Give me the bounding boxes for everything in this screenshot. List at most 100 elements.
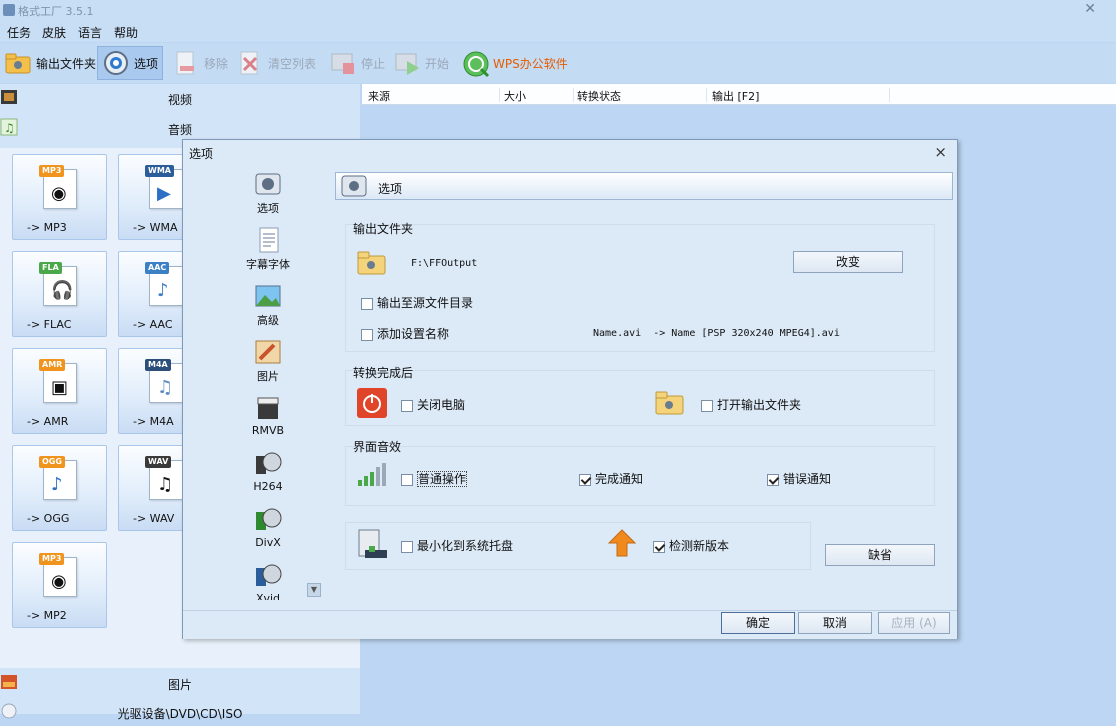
format-tile-label: -> WMA xyxy=(133,221,178,234)
sidebar-item-picture[interactable]: 图片 xyxy=(223,338,313,384)
format-badge: M4A xyxy=(145,359,171,371)
column-status[interactable]: 转换状态 xyxy=(577,88,707,103)
category-audio[interactable]: ♫ 音频 xyxy=(0,114,360,142)
title-bar: 格式工厂 3.5.1 ✕ xyxy=(0,0,1116,20)
window-title: 格式工厂 3.5.1 xyxy=(18,5,94,18)
wps-globe-icon xyxy=(461,49,490,78)
add-setting-name-checkbox[interactable] xyxy=(361,328,373,341)
check-update-checkbox[interactable] xyxy=(653,540,665,553)
shutdown-checkbox[interactable] xyxy=(401,399,413,412)
menu-language[interactable]: 语言 xyxy=(78,24,102,41)
document-icon xyxy=(254,226,282,254)
wps-label: WPS办公软件 xyxy=(493,56,568,71)
output-folder-label: 输出文件夹 xyxy=(36,56,97,71)
dialog-title: 选项 xyxy=(189,147,214,161)
minimize-tray-checkbox[interactable] xyxy=(401,540,413,553)
options-button[interactable]: 选项 xyxy=(97,46,164,80)
clear-list-button[interactable]: 清空列表 xyxy=(236,46,316,80)
remove-button[interactable]: 移除 xyxy=(172,46,228,80)
category-device[interactable]: 光驱设备\DVD\CD\ISO xyxy=(0,698,360,726)
format-tile-label: -> AMR xyxy=(27,415,69,428)
sidebar-item-advanced[interactable]: 高级 xyxy=(223,282,313,328)
sidebar-item-xvid[interactable]: Xvid xyxy=(223,562,313,600)
change-folder-button[interactable]: 改变 xyxy=(793,251,903,273)
format-badge: AMR xyxy=(39,359,66,371)
sidebar-item-subtitle-font[interactable]: 字幕字体 xyxy=(223,226,313,272)
complete-notify-checkbox[interactable] xyxy=(579,473,591,486)
open-output-option[interactable]: 打开输出文件夹 xyxy=(701,396,801,413)
speaker-icon: ◉ xyxy=(51,183,67,204)
open-output-checkbox[interactable] xyxy=(701,399,713,412)
speaker-icon: ◉ xyxy=(51,571,67,592)
sidebar-item-label: 选项 xyxy=(257,202,279,215)
menu-task[interactable]: 任务 xyxy=(7,24,31,41)
music-icon: ♪ xyxy=(157,280,169,301)
complete-notify-option[interactable]: 完成通知 xyxy=(579,470,643,487)
sidebar-item-h264[interactable]: H264 xyxy=(223,450,313,493)
format-tile-flac[interactable]: FLA 🎧 -> FLAC xyxy=(12,251,107,337)
app-icon xyxy=(3,4,15,16)
format-tile-label: -> AAC xyxy=(133,318,173,331)
menu-help[interactable]: 帮助 xyxy=(114,24,138,41)
normal-op-label: 普通操作 xyxy=(417,471,468,487)
volume-bars-icon xyxy=(357,462,387,488)
error-notify-option[interactable]: 错误通知 xyxy=(767,470,831,487)
column-source[interactable]: 来源 xyxy=(368,88,500,103)
format-tile-label: -> FLAC xyxy=(27,318,72,331)
close-icon[interactable]: ✕ xyxy=(1084,1,1096,17)
play-icon: ▶ xyxy=(157,183,171,204)
film-reel-icon xyxy=(254,562,282,590)
options-header: 选项 xyxy=(335,172,953,200)
paint-icon xyxy=(254,338,282,366)
sound-section-title: 界面音效 xyxy=(353,440,402,454)
wps-button[interactable]: WPS办公软件 xyxy=(461,46,568,80)
check-update-option[interactable]: 检测新版本 xyxy=(653,537,729,554)
gear-icon xyxy=(102,49,130,77)
headphones-icon: 🎧 xyxy=(51,280,74,301)
clapperboard-icon xyxy=(254,394,282,422)
normal-op-checkbox[interactable] xyxy=(401,473,413,486)
error-notify-checkbox[interactable] xyxy=(767,473,779,486)
menu-skin[interactable]: 皮肤 xyxy=(42,24,66,41)
stop-button[interactable]: 停止 xyxy=(329,46,385,80)
format-badge: MP3 xyxy=(39,553,65,565)
sidebar-item-label: RMVB xyxy=(251,424,285,437)
arrow-up-icon xyxy=(607,528,637,558)
minimize-tray-label: 最小化到系统托盘 xyxy=(417,539,514,553)
column-size[interactable]: 大小 xyxy=(504,88,574,103)
format-tile-amr[interactable]: AMR ▣ -> AMR xyxy=(12,348,107,434)
category-video[interactable]: 视频 xyxy=(0,84,360,112)
output-folder-button[interactable]: 输出文件夹 xyxy=(4,46,96,80)
landscape-icon xyxy=(254,282,282,310)
minimize-tray-option[interactable]: 最小化到系统托盘 xyxy=(401,537,513,554)
shutdown-option[interactable]: 关闭电脑 xyxy=(401,396,465,413)
sidebar-scroll-down-icon[interactable]: ▼ xyxy=(307,583,321,597)
output-to-source-checkbox[interactable] xyxy=(361,297,373,310)
sidebar-item-options[interactable]: 选项 xyxy=(223,170,313,216)
column-output[interactable]: 输出 [F2] xyxy=(712,88,890,103)
cancel-button[interactable]: 取消 xyxy=(798,612,872,634)
output-to-source-option[interactable]: 输出至源文件目录 xyxy=(361,294,473,311)
output-to-source-label: 输出至源文件目录 xyxy=(377,296,474,310)
sidebar-item-rmvb[interactable]: RMVB xyxy=(223,394,313,437)
format-badge: WMA xyxy=(145,165,174,177)
format-tile-ogg[interactable]: OGG ♪ -> OGG xyxy=(12,445,107,531)
dialog-close-icon[interactable]: × xyxy=(934,143,947,161)
sidebar-item-label: 字幕字体 xyxy=(246,258,290,271)
ok-button[interactable]: 确定 xyxy=(721,612,795,634)
add-setting-name-label: 添加设置名称 xyxy=(377,327,450,341)
open-output-label: 打开输出文件夹 xyxy=(717,398,802,412)
add-setting-name-option[interactable]: 添加设置名称 xyxy=(361,325,449,342)
default-button[interactable]: 缺省 xyxy=(825,544,935,566)
error-notify-label: 错误通知 xyxy=(783,472,832,486)
normal-op-option[interactable]: 普通操作 xyxy=(401,470,468,487)
folder-icon xyxy=(4,49,32,77)
format-tile-mp3[interactable]: MP3 ◉ -> MP3 xyxy=(12,154,107,240)
apply-button[interactable]: 应用 (A) xyxy=(878,612,950,634)
category-picture[interactable]: 图片 xyxy=(0,669,360,697)
format-badge: AAC xyxy=(145,262,170,274)
toolbar: 输出文件夹 选项 移除 清空列表 停止 开始 WPS办公软件 xyxy=(0,43,1116,83)
sidebar-item-divx[interactable]: DivX xyxy=(223,506,313,549)
start-button[interactable]: 开始 xyxy=(393,46,449,80)
format-tile-mp2[interactable]: MP3 ◉ -> MP2 xyxy=(12,542,107,628)
